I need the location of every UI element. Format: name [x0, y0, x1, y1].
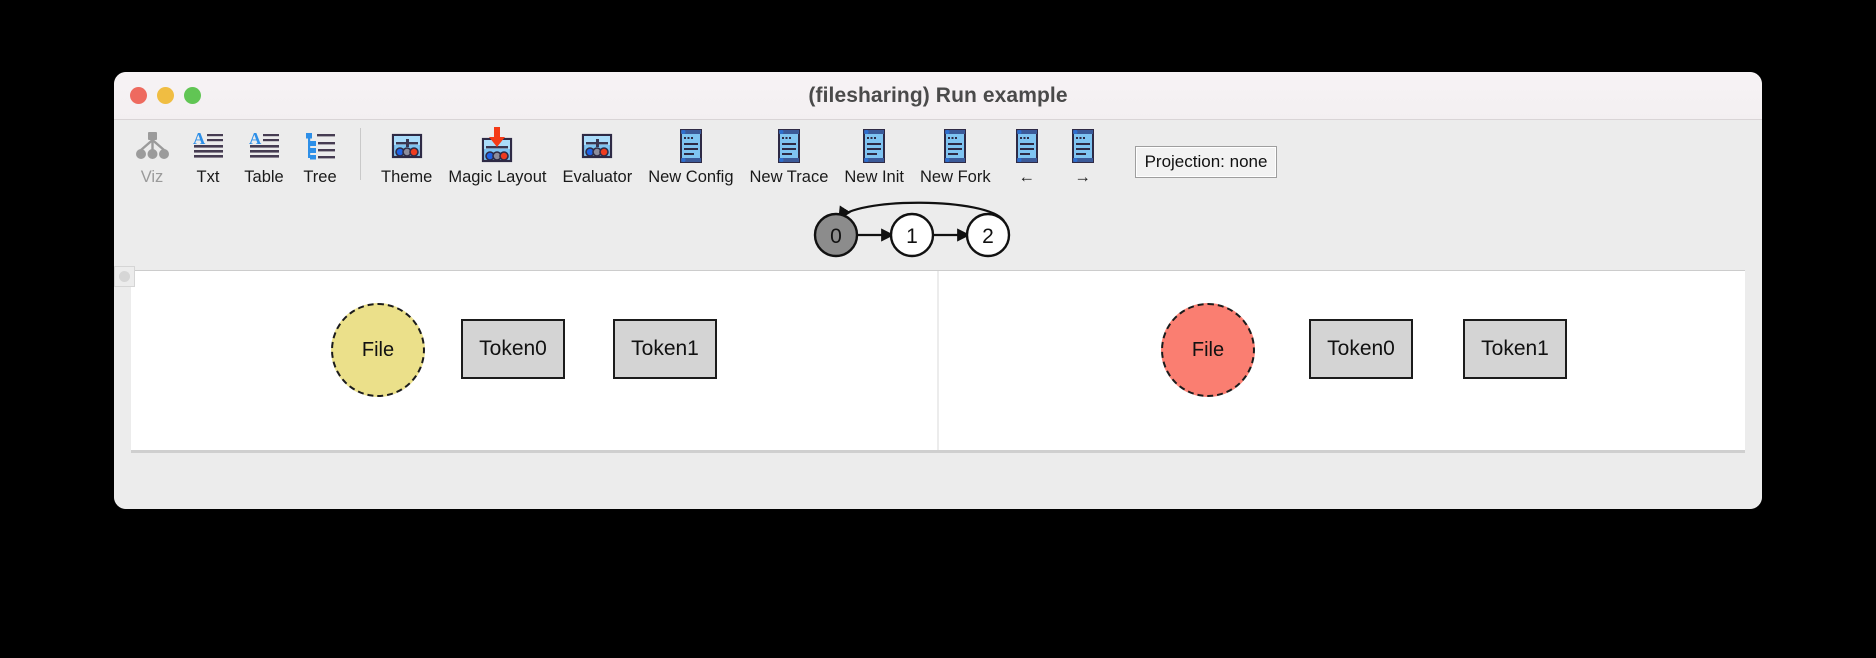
pane-right-canvas: File Token0 Token1	[939, 271, 1745, 451]
file-node-left-label: File	[361, 338, 395, 361]
toolbar-label-magic-layout: Magic Layout	[448, 168, 547, 186]
toolbar-label-viz: Viz	[140, 168, 164, 186]
toolbar-label-theme: Theme	[381, 168, 433, 186]
toolbar-label-new-init: New Init	[844, 168, 904, 186]
toolbar-button-new-config[interactable]: New Config	[640, 120, 741, 187]
toolbar-button-next[interactable]: →	[1055, 120, 1111, 187]
token0-box-left[interactable]: Token0	[461, 319, 565, 379]
projection-selector[interactable]: Projection: none	[1134, 146, 1278, 178]
state-node-1-label: 1	[906, 225, 918, 248]
toolbar-button-magic-layout[interactable]: Magic Layout	[440, 120, 554, 187]
window-title: (filesharing) Run example	[808, 84, 1068, 107]
toolbar-button-previous[interactable]: ←	[999, 120, 1055, 187]
toolbar-button-tree[interactable]: Tree	[292, 120, 348, 187]
toolbar-button-theme[interactable]: Theme	[373, 120, 440, 187]
toolbar-button-table[interactable]: A Table	[236, 120, 292, 187]
state-graph-strip: 0 1 2	[114, 195, 1762, 270]
state-node-0-label: 0	[830, 225, 842, 248]
file-node-right-label: File	[1191, 338, 1225, 361]
file-node-right[interactable]: File	[1161, 303, 1255, 397]
magic-layout-icon	[477, 126, 517, 166]
grip-circle-icon	[119, 271, 130, 282]
toolbar-button-new-init[interactable]: New Init	[836, 120, 912, 187]
splitter-handle[interactable]	[114, 266, 135, 287]
toolbar-button-new-trace[interactable]: New Trace	[742, 120, 837, 187]
scroll-document-icon	[935, 126, 975, 166]
toolbar-label-next: →	[1074, 168, 1091, 186]
toolbar: Viz A Txt A Table Tree Theme Magic Layou…	[114, 120, 1762, 195]
application-window: (filesharing) Run example Viz A Txt A Ta…	[114, 72, 1762, 509]
token0-box-right-label: Token0	[1327, 337, 1395, 360]
pane-bottom-edge	[131, 450, 1745, 453]
title-bar: (filesharing) Run example	[114, 72, 1762, 120]
toolbar-button-txt[interactable]: A Txt	[180, 120, 236, 187]
text-document-icon: A	[188, 126, 228, 166]
token1-box-left-label: Token1	[631, 337, 699, 360]
file-node-left[interactable]: File	[331, 303, 425, 397]
scroll-document-icon	[769, 126, 809, 166]
tree-outline-icon	[300, 126, 340, 166]
toolbar-label-table: Table	[244, 168, 284, 186]
token0-box-right[interactable]: Token0	[1309, 319, 1413, 379]
state-node-2[interactable]: 2	[965, 212, 1011, 258]
token0-box-left-label: Token0	[479, 337, 547, 360]
pane-left-canvas: File Token0 Token1	[131, 271, 937, 451]
toolbar-separator	[360, 128, 361, 180]
token1-box-right[interactable]: Token1	[1463, 319, 1567, 379]
toolbar-button-evaluator[interactable]: Evaluator	[555, 120, 641, 187]
toolbar-button-viz[interactable]: Viz	[124, 120, 180, 187]
toolbar-label-txt: Txt	[196, 168, 220, 186]
state-graph[interactable]: 0 1 2	[808, 191, 1068, 276]
toolbar-label-previous: ←	[1018, 168, 1035, 186]
state-node-2-label: 2	[982, 225, 994, 248]
toolbar-label-new-trace: New Trace	[749, 168, 829, 186]
graph-tree-icon	[132, 126, 172, 166]
state-node-0[interactable]: 0	[813, 212, 859, 258]
theme-panel-icon	[387, 126, 427, 166]
toolbar-label-new-fork: New Fork	[919, 168, 991, 186]
text-table-icon: A	[244, 126, 284, 166]
toolbar-items: Viz A Txt A Table Tree Theme Magic Layou…	[124, 120, 1762, 195]
evaluator-panel-icon	[577, 126, 617, 166]
toolbar-button-new-fork[interactable]: New Fork	[912, 120, 999, 187]
state-node-1[interactable]: 1	[889, 212, 935, 258]
instance-panes: File Token0 Token1 File Token0 Token1	[131, 270, 1745, 451]
token1-box-left[interactable]: Token1	[613, 319, 717, 379]
instance-pane-right[interactable]: File Token0 Token1	[939, 271, 1745, 451]
toolbar-label-tree: Tree	[303, 168, 337, 186]
scroll-document-icon	[671, 126, 711, 166]
toolbar-label-evaluator: Evaluator	[562, 168, 633, 186]
instance-pane-left[interactable]: File Token0 Token1	[131, 271, 937, 451]
toolbar-label-new-config: New Config	[648, 168, 734, 186]
scroll-document-icon	[1007, 126, 1047, 166]
scroll-document-icon	[1063, 126, 1103, 166]
window-footer	[114, 461, 1762, 509]
token1-box-right-label: Token1	[1481, 337, 1549, 360]
scroll-document-icon	[854, 126, 894, 166]
